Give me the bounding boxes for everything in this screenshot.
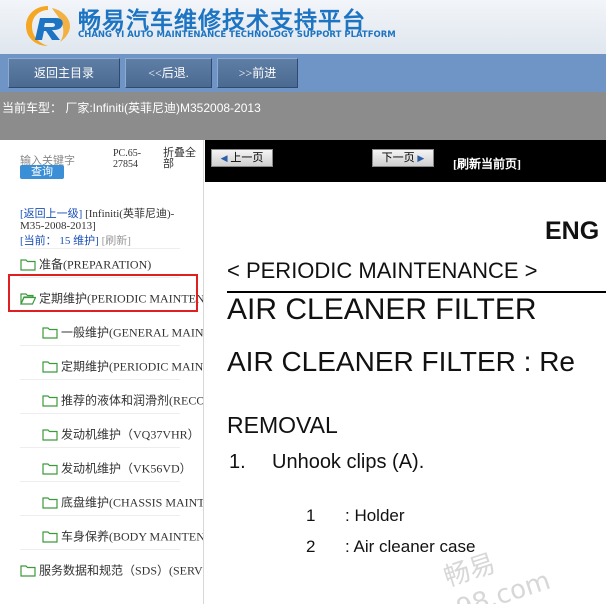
divider	[20, 549, 180, 550]
legend-text: : Holder	[345, 506, 405, 525]
section-heading: < PERIODIC MAINTENANCE >	[227, 258, 538, 283]
document-nav-bar: ◀ 上一页 下一页 ▶ [刷新当前页]	[205, 140, 606, 182]
next-page-label: 下一页	[381, 152, 415, 164]
divider	[20, 379, 180, 380]
tree-item-label: 定期维护(PERIODIC MAINTENANCE)	[61, 359, 204, 374]
tree-item-label: 服务数据和规范（SDS）(SERVICE DATA)	[39, 563, 204, 578]
back-level-prefix[interactable]: [返回上一级]	[20, 208, 82, 220]
document-viewer[interactable]: ◀ 上一页 下一页 ▶ [刷新当前页] ENG < PERIODIC MAINT…	[205, 140, 606, 604]
tree-item-label: 准备(PREPARATION)	[39, 257, 152, 272]
folder-icon	[42, 429, 58, 441]
doc-subtitle: AIR CLEANER FILTER : Re	[227, 346, 576, 377]
tree-item-periodic-maintenance-sub[interactable]: 定期维护(PERIODIC MAINTENANCE)	[42, 355, 204, 375]
folder-icon	[20, 565, 36, 577]
tree-item-preparation[interactable]: 准备(PREPARATION)	[20, 253, 151, 273]
forward-button[interactable]: >>前进	[217, 58, 298, 88]
tree-item-label: 车身保养(BODY MAINTENANCE)	[61, 529, 203, 544]
back-level-link[interactable]: [返回上一级] [Infiniti(英菲尼迪)-M35-2008-2013]	[20, 208, 180, 232]
tree-item-label: 一般维护(GENERAL MAINTENANCE)	[61, 325, 204, 340]
current-value: 15	[59, 235, 71, 247]
next-page-button[interactable]: 下一页 ▶	[372, 149, 434, 167]
refresh-tree-link[interactable]: [刷新]	[102, 235, 131, 247]
divider	[20, 248, 180, 249]
fold-all-link[interactable]: 折叠全部	[163, 148, 203, 170]
divider	[20, 447, 180, 448]
header-banner: 畅易汽车维修技术支持平台 CHANG YI AUTO MAINTENANCE T…	[0, 0, 606, 54]
legend-number: 2	[306, 537, 316, 556]
legend-number: 1	[306, 506, 316, 525]
home-button[interactable]: 返回主目录	[8, 58, 120, 88]
prev-page-button[interactable]: ◀ 上一页	[211, 149, 273, 167]
folder-icon	[42, 361, 58, 373]
step-text: Unhook clips (A).	[272, 451, 425, 473]
divider	[20, 345, 180, 346]
tree-item-engine-vq37vhr[interactable]: 发动机维护（VQ37VHR）	[42, 423, 200, 443]
main-toolbar: 返回主目录 <<后退. >>前进	[0, 54, 606, 92]
folder-icon	[42, 463, 58, 475]
tree-item-label: 发动机维护（VK56VD）	[61, 461, 192, 476]
divider	[20, 413, 180, 414]
query-button[interactable]: 查询	[20, 165, 64, 179]
divider	[20, 481, 180, 482]
changyi-logo-icon	[26, 6, 70, 46]
app-window: 畅易汽车维修技术支持平台 CHANG YI AUTO MAINTENANCE T…	[0, 0, 606, 604]
current-suffix: 维护]	[73, 235, 99, 247]
folder-icon	[42, 497, 58, 509]
tree-item-engine-vk56vd[interactable]: 发动机维护（VK56VD）	[42, 457, 192, 477]
removal-heading: REMOVAL	[227, 412, 338, 438]
folder-icon	[42, 531, 58, 543]
tree-item-service-data[interactable]: 服务数据和规范（SDS）(SERVICE DATA)	[20, 559, 204, 579]
left-nav-panel[interactable]: 输入关键字 查询 PC.65-27854 折叠全部 [返回上一级] [Infin…	[0, 140, 204, 604]
engine-heading: ENG	[545, 217, 600, 245]
current-vehicle-info: 当前车型： 厂家:Infiniti(英菲尼迪)M352008-2013	[0, 92, 606, 140]
tree-item-recommended-fluids[interactable]: 推荐的液体和润滑剂(RECOMMENDED FLUIDS)	[42, 389, 203, 409]
refresh-page-link[interactable]: [刷新当前页]	[453, 155, 521, 172]
current-prefix: [当前：	[20, 235, 57, 247]
tree-item-label: 推荐的液体和润滑剂(RECOMMENDED FLUIDS)	[61, 393, 203, 408]
back-button[interactable]: <<后退.	[125, 58, 212, 88]
doc-title: AIR CLEANER FILTER	[227, 293, 537, 326]
folder-icon	[20, 259, 36, 271]
pc-code: PC.65-27854	[113, 148, 142, 170]
selection-highlight	[8, 274, 198, 312]
folder-icon	[42, 327, 58, 339]
arrow-right-icon: ▶	[417, 153, 425, 163]
current-level: [当前： 15 维护] [刷新]	[20, 232, 131, 248]
folder-icon	[42, 395, 58, 407]
brand-title-en: CHANG YI AUTO MAINTENANCE TECHNOLOGY SUP…	[78, 30, 396, 40]
tree-item-body-maintenance[interactable]: 车身保养(BODY MAINTENANCE)	[42, 525, 203, 545]
tree-item-label: 发动机维护（VQ37VHR）	[61, 427, 200, 442]
tree-item-general-maintenance[interactable]: 一般维护(GENERAL MAINTENANCE)	[42, 321, 204, 341]
divider	[20, 515, 180, 516]
arrow-left-icon: ◀	[220, 153, 228, 163]
tree-item-chassis-maintenance[interactable]: 底盘维护(CHASSIS MAINTENANCE)	[42, 491, 204, 511]
step-number: 1.	[229, 451, 246, 473]
prev-page-label: 上一页	[230, 152, 264, 164]
tree-item-label: 底盘维护(CHASSIS MAINTENANCE)	[61, 495, 204, 510]
